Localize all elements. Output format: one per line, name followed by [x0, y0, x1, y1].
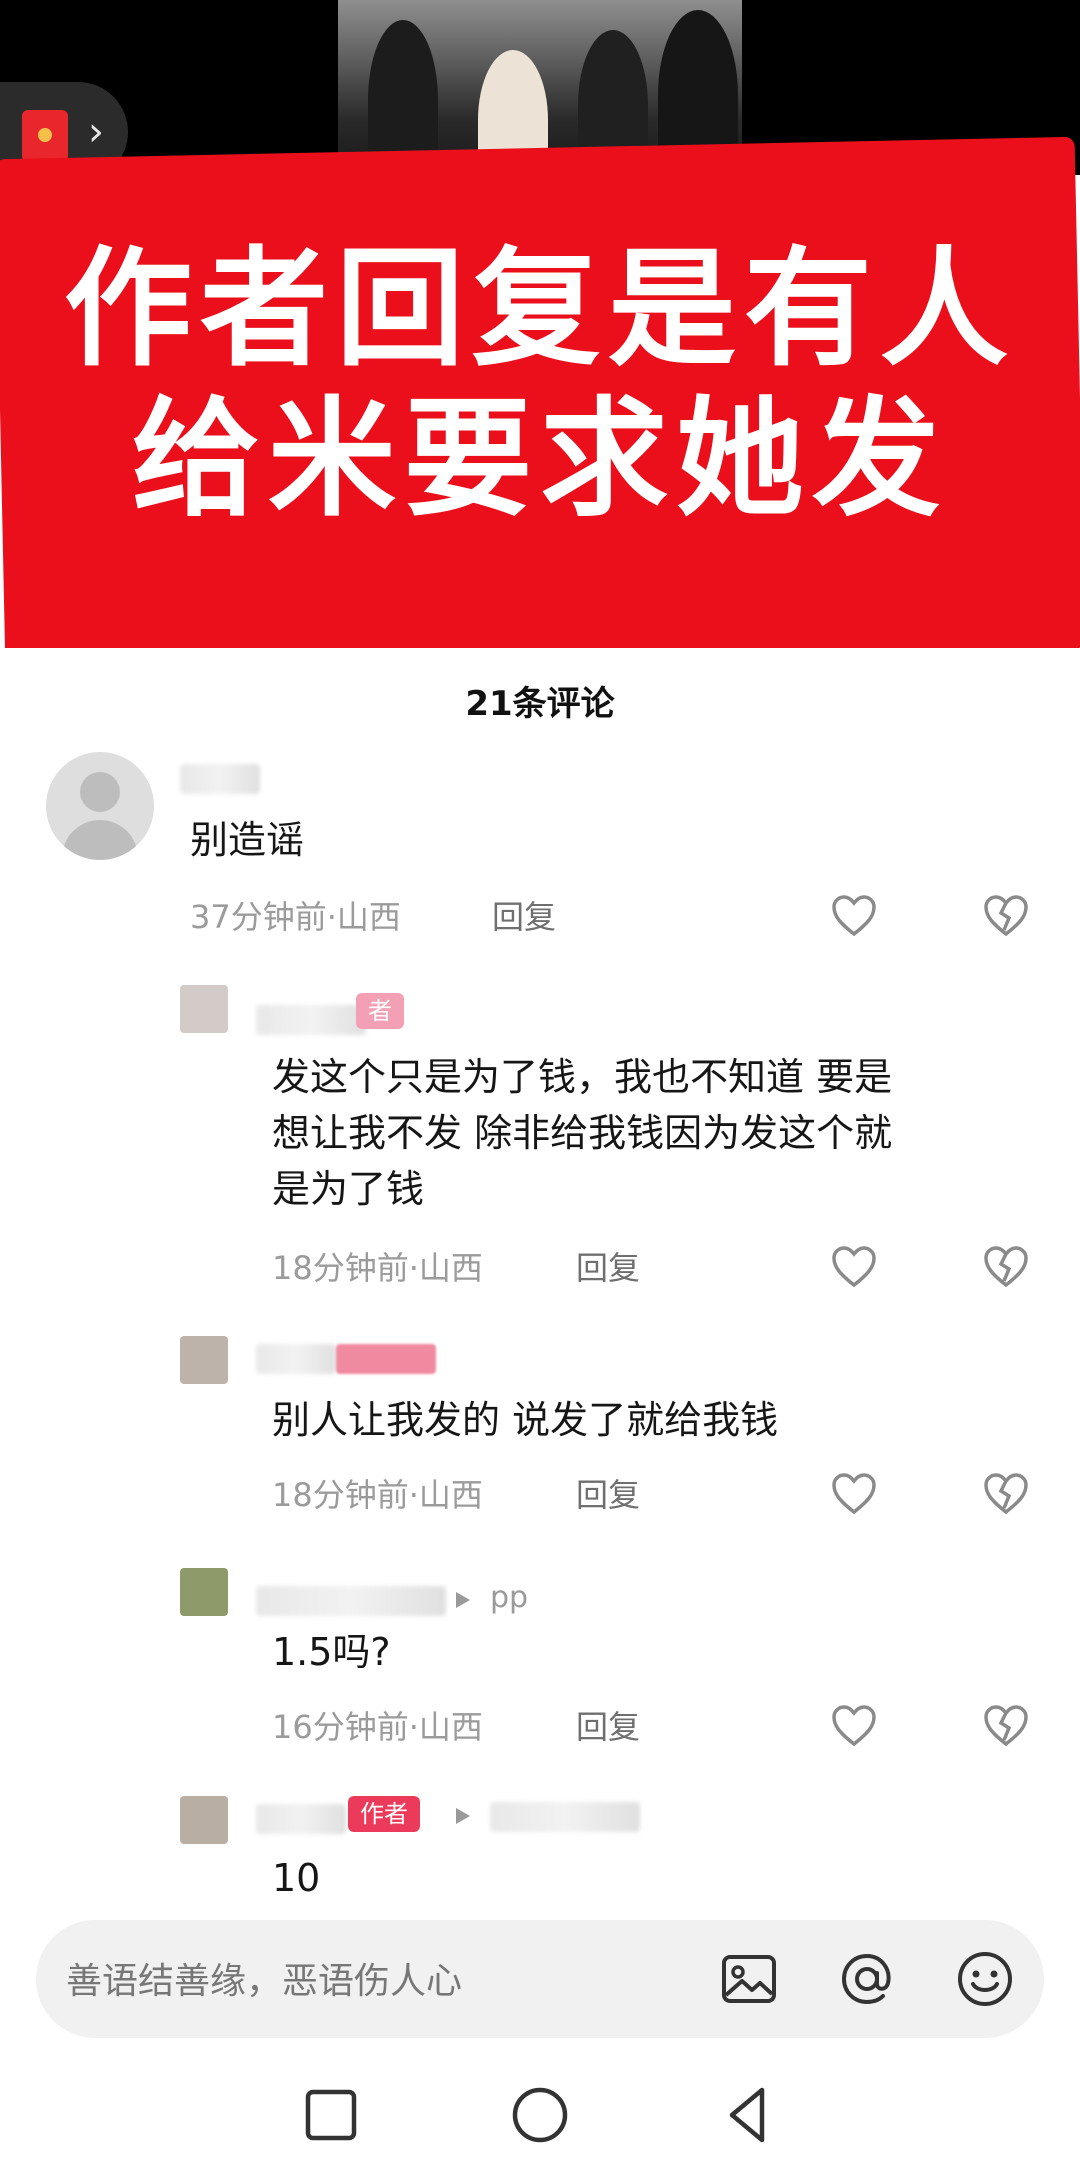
comment-text: 发这个只是为了钱，我也不知道 要是 想让我不发 除非给我钱因为发这个就 是为了钱 [272, 1049, 892, 1217]
caption-line-1: 作者回复是有人 [63, 235, 1016, 384]
circle-icon[interactable] [507, 2082, 573, 2148]
broken-heart-icon[interactable] [982, 892, 1030, 940]
avatar[interactable] [180, 1336, 228, 1384]
comment-input-placeholder[interactable]: 善语结善缘，恶语伤人心 [66, 1952, 462, 2004]
comment-time-location: 18分钟前·山西 [272, 1476, 483, 1514]
comment-time-location: 16分钟前·山西 [272, 1708, 483, 1746]
comment-time-location: 37分钟前·山西 [190, 898, 401, 936]
comment-text-line: 想让我不发 除非给我钱因为发这个就 [272, 1111, 893, 1155]
reply-to-name[interactable]: pp [490, 1580, 528, 1615]
smiley-icon[interactable] [954, 1948, 1016, 2010]
username-blurred[interactable] [256, 1344, 336, 1374]
username-blurred[interactable] [180, 764, 260, 794]
comment-time-location: 18分钟前·山西 [272, 1249, 483, 1287]
reply-button[interactable]: 回复 [576, 1470, 640, 1516]
system-nav-bar [0, 2060, 1080, 2169]
heart-icon[interactable] [830, 1243, 878, 1291]
red-packet-icon [22, 110, 68, 162]
square-icon[interactable] [298, 2082, 364, 2148]
comment-text: 1.5吗? [272, 1630, 391, 1674]
author-tag: 者 [356, 993, 404, 1029]
caption-text: 作者回复是有人 给米要求她发 [0, 235, 1080, 535]
reply-arrow-icon [456, 1808, 470, 1824]
reply-to-name-blurred[interactable] [490, 1802, 640, 1832]
triangle-back-icon[interactable] [716, 2082, 782, 2148]
broken-heart-icon[interactable] [982, 1470, 1030, 1518]
chevron-right-icon: › [88, 109, 104, 155]
broken-heart-icon[interactable] [982, 1243, 1030, 1291]
comment-text: 别造谣 [190, 818, 305, 862]
heart-icon[interactable] [830, 892, 878, 940]
at-icon[interactable] [836, 1948, 898, 2010]
username-blurred[interactable] [256, 1804, 346, 1834]
reply-button[interactable]: 回复 [576, 1702, 640, 1748]
broken-heart-icon[interactable] [982, 1702, 1030, 1750]
comment-text: 10 [272, 1856, 321, 1900]
avatar[interactable] [180, 985, 228, 1033]
reply-button[interactable]: 回复 [576, 1243, 640, 1289]
comment-text-line: 是为了钱 [272, 1167, 425, 1211]
comment-input-bar[interactable]: 善语结善缘，恶语伤人心 [36, 1920, 1044, 2038]
avatar[interactable] [46, 752, 154, 860]
heart-icon[interactable] [830, 1702, 878, 1750]
avatar[interactable] [180, 1796, 228, 1844]
image-icon[interactable] [718, 1948, 780, 2010]
comment-text-line: 发这个只是为了钱，我也不知道 要是 [272, 1055, 893, 1099]
comment-text: 别人让我发的 说发了就给我钱 [272, 1398, 779, 1442]
username-tag-blurred [336, 1344, 436, 1374]
comments-count-title: 21条评论 [465, 684, 615, 724]
caption-line-2: 给米要求她发 [131, 385, 948, 534]
author-tag: 作者 [348, 1796, 420, 1832]
heart-icon[interactable] [830, 1470, 878, 1518]
username-blurred[interactable] [256, 1005, 366, 1035]
avatar[interactable] [180, 1568, 228, 1616]
reply-arrow-icon [456, 1592, 470, 1608]
reply-button[interactable]: 回复 [492, 892, 556, 938]
username-blurred[interactable] [256, 1586, 446, 1616]
